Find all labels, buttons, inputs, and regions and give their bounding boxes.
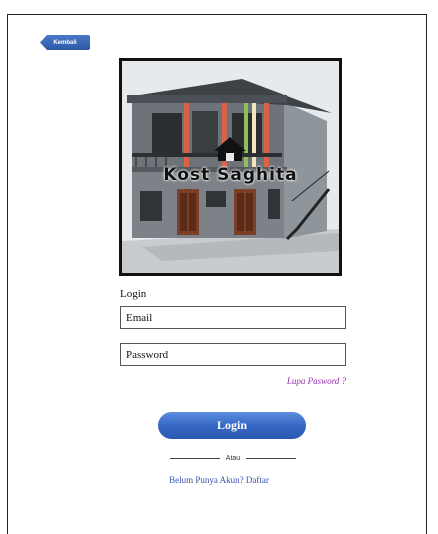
divider-label: Atau bbox=[225, 454, 241, 462]
divider-line-left bbox=[170, 457, 220, 459]
login-button[interactable]: Login bbox=[158, 412, 306, 439]
login-heading: Login bbox=[120, 288, 147, 300]
register-link[interactable]: Belum Punya Akun? Daftar bbox=[0, 475, 438, 485]
email-field[interactable] bbox=[120, 306, 346, 329]
password-field[interactable] bbox=[120, 343, 346, 366]
back-button[interactable]: Kembali bbox=[40, 35, 90, 50]
or-divider: Atau bbox=[170, 452, 296, 464]
hero-image: Kost Saghita bbox=[119, 58, 342, 276]
forgot-password-link[interactable]: Lupa Pasword ? bbox=[287, 376, 346, 386]
divider-line-right bbox=[246, 457, 296, 459]
hero-title: Kost Saghita bbox=[163, 165, 298, 185]
